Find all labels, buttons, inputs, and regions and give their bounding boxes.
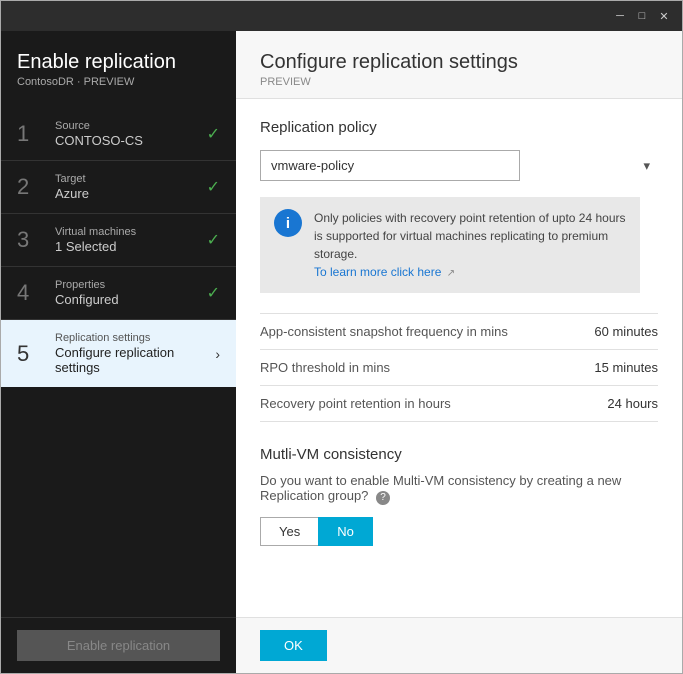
- window-controls: ─ □ ✕: [612, 8, 672, 24]
- step-3[interactable]: 3 Virtual machines 1 Selected ✓: [1, 214, 236, 267]
- steps-list: 1 Source CONTOSO-CS ✓ 2 Target Azure ✓: [1, 98, 236, 617]
- settings-value-2: 24 hours: [607, 396, 658, 411]
- step-1-info: Source CONTOSO-CS: [55, 120, 207, 148]
- left-header: Enable replication ContosoDR · PREVIEW: [1, 31, 236, 98]
- multivms-question: Do you want to enable Multi-VM consisten…: [260, 473, 658, 505]
- step-4[interactable]: 4 Properties Configured ✓: [1, 267, 236, 320]
- external-link-icon: ↗: [447, 268, 455, 279]
- step-5-number: 5: [17, 341, 47, 367]
- preview-label: PREVIEW: [260, 76, 658, 88]
- settings-label-2: Recovery point retention in hours: [260, 396, 451, 411]
- step-3-value: 1 Selected: [55, 239, 207, 254]
- info-circle-icon: i: [274, 209, 302, 237]
- no-button[interactable]: No: [318, 517, 373, 546]
- yes-no-group: Yes No: [260, 517, 658, 546]
- right-content: Replication policy vmware-policy ▾ i Onl…: [236, 99, 682, 617]
- step-5-value: Configure replication settings: [55, 345, 215, 375]
- settings-row-1: RPO threshold in mins 15 minutes: [260, 350, 658, 386]
- step-5-label: Replication settings: [55, 332, 215, 344]
- yes-button[interactable]: Yes: [260, 517, 318, 546]
- dropdown-arrow-icon: ▾: [643, 158, 650, 174]
- step-2-label: Target: [55, 173, 207, 185]
- multivms-title: Mutli-VM consistency: [260, 446, 658, 463]
- right-title: Configure replication settings: [260, 51, 658, 74]
- info-text: Only policies with recovery point retent…: [314, 209, 626, 281]
- step-1-value: CONTOSO-CS: [55, 133, 207, 148]
- step-2-value: Azure: [55, 186, 207, 201]
- settings-row-2: Recovery point retention in hours 24 hou…: [260, 386, 658, 422]
- settings-row-0: App-consistent snapshot frequency in min…: [260, 314, 658, 350]
- step-4-number: 4: [17, 280, 47, 306]
- step-1-number: 1: [17, 121, 47, 147]
- step-3-label: Virtual machines: [55, 226, 207, 238]
- enable-replication-button[interactable]: Enable replication: [17, 630, 220, 661]
- info-body-text: Only policies with recovery point retent…: [314, 211, 626, 261]
- title-bar: ─ □ ✕: [1, 1, 682, 31]
- settings-label-0: App-consistent snapshot frequency in min…: [260, 324, 508, 339]
- left-footer: Enable replication: [1, 617, 236, 673]
- step-5[interactable]: 5 Replication settings Configure replica…: [1, 320, 236, 387]
- minimize-button[interactable]: ─: [612, 8, 628, 24]
- help-icon[interactable]: ?: [376, 491, 390, 505]
- step-1-check-icon: ✓: [207, 124, 220, 144]
- left-title: Enable replication: [17, 51, 220, 74]
- maximize-button[interactable]: □: [634, 8, 650, 24]
- step-4-check-icon: ✓: [207, 283, 220, 303]
- settings-label-1: RPO threshold in mins: [260, 360, 390, 375]
- step-5-arrow-icon: ›: [215, 346, 220, 362]
- right-panel: Configure replication settings PREVIEW R…: [236, 31, 682, 673]
- step-5-info: Replication settings Configure replicati…: [55, 332, 215, 375]
- step-4-label: Properties: [55, 279, 207, 291]
- multivms-section: Mutli-VM consistency Do you want to enab…: [260, 446, 658, 546]
- policy-dropdown[interactable]: vmware-policy: [260, 150, 520, 181]
- info-box: i Only policies with recovery point rete…: [260, 197, 640, 293]
- step-4-info: Properties Configured: [55, 279, 207, 307]
- step-2-check-icon: ✓: [207, 177, 220, 197]
- app-window: ─ □ ✕ Enable replication ContosoDR · PRE…: [0, 0, 683, 674]
- step-1[interactable]: 1 Source CONTOSO-CS ✓: [1, 108, 236, 161]
- multivms-question-text: Do you want to enable Multi-VM consisten…: [260, 473, 621, 503]
- settings-value-1: 15 minutes: [594, 360, 658, 375]
- step-3-info: Virtual machines 1 Selected: [55, 226, 207, 254]
- step-2[interactable]: 2 Target Azure ✓: [1, 161, 236, 214]
- ok-button[interactable]: OK: [260, 630, 327, 661]
- replication-policy-title: Replication policy: [260, 119, 658, 136]
- policy-dropdown-wrap: vmware-policy ▾: [260, 150, 658, 181]
- step-1-label: Source: [55, 120, 207, 132]
- info-link[interactable]: To learn more click here: [314, 265, 441, 279]
- step-2-number: 2: [17, 174, 47, 200]
- left-panel: Enable replication ContosoDR · PREVIEW 1…: [1, 31, 236, 673]
- main-layout: Enable replication ContosoDR · PREVIEW 1…: [1, 31, 682, 673]
- right-footer: OK: [236, 617, 682, 673]
- step-3-number: 3: [17, 227, 47, 253]
- settings-value-0: 60 minutes: [594, 324, 658, 339]
- step-4-value: Configured: [55, 292, 207, 307]
- right-header: Configure replication settings PREVIEW: [236, 31, 682, 99]
- step-3-check-icon: ✓: [207, 230, 220, 250]
- left-subtitle: ContosoDR · PREVIEW: [17, 76, 220, 88]
- settings-table: App-consistent snapshot frequency in min…: [260, 313, 658, 422]
- step-2-info: Target Azure: [55, 173, 207, 201]
- close-button[interactable]: ✕: [656, 8, 672, 24]
